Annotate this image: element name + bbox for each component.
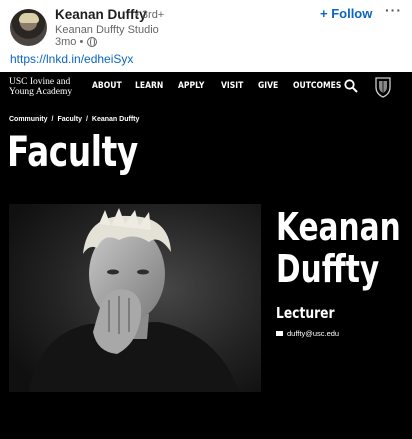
person-email: duffty@usc.edu bbox=[287, 329, 340, 338]
shield-icon bbox=[375, 77, 391, 98]
post-header: Keanan Duffty • 3rd+ Keanan Duffty Studi… bbox=[0, 0, 412, 72]
nav-give: GIVE bbox=[258, 81, 279, 91]
breadcrumb-separator: / bbox=[51, 116, 54, 123]
nav-learn: LEARN bbox=[135, 81, 164, 91]
nav-outcomes: OUTCOMES bbox=[293, 81, 342, 91]
breadcrumb-separator: / bbox=[85, 116, 88, 123]
post-link[interactable]: https://lnkd.in/edheiSyx bbox=[10, 52, 133, 66]
breadcrumb-faculty: Faculty bbox=[57, 116, 82, 123]
main-nav: ABOUT LEARN APPLY VISIT GIVE OUTCOMES bbox=[92, 81, 350, 91]
author-headline: Keanan Duffty Studio bbox=[55, 24, 159, 36]
post-age: 3mo • bbox=[55, 36, 84, 48]
email-row: duffty@usc.edu bbox=[276, 329, 339, 338]
person-last-name: Duffty bbox=[276, 247, 380, 291]
page-title: Faculty bbox=[7, 127, 138, 176]
globe-icon bbox=[87, 37, 98, 47]
nav-apply: APPLY bbox=[178, 81, 205, 91]
brand-line-1: USC Iovine and bbox=[9, 77, 71, 87]
follow-button[interactable]: + Follow bbox=[320, 6, 372, 21]
avatar[interactable] bbox=[10, 9, 47, 46]
breadcrumb-community: Community bbox=[9, 116, 48, 123]
breadcrumb-current: Keanan Duffty bbox=[91, 116, 140, 123]
shared-image[interactable]: USC Iovine and Young Academy ABOUT LEARN… bbox=[0, 72, 412, 439]
faculty-portrait bbox=[9, 204, 261, 392]
post-meta: 3mo • bbox=[55, 36, 98, 48]
more-options-button[interactable]: ··· bbox=[385, 2, 402, 18]
author-name[interactable]: Keanan Duffty bbox=[55, 7, 147, 22]
person-first-name: Keanan bbox=[276, 205, 401, 249]
usc-logo: USC Iovine and Young Academy bbox=[9, 77, 72, 97]
search-icon bbox=[344, 79, 358, 93]
person-name: Keanan Duffty bbox=[276, 206, 401, 290]
nav-about: ABOUT bbox=[92, 81, 122, 91]
breadcrumb: Community / Faculty / Keanan Duffty bbox=[9, 116, 139, 123]
mail-icon bbox=[276, 331, 283, 336]
brand-line-2: Young Academy bbox=[9, 87, 73, 97]
connection-degree: • 3rd+ bbox=[135, 9, 165, 21]
nav-visit: VISIT bbox=[221, 81, 244, 91]
person-title: Lecturer bbox=[276, 304, 335, 322]
